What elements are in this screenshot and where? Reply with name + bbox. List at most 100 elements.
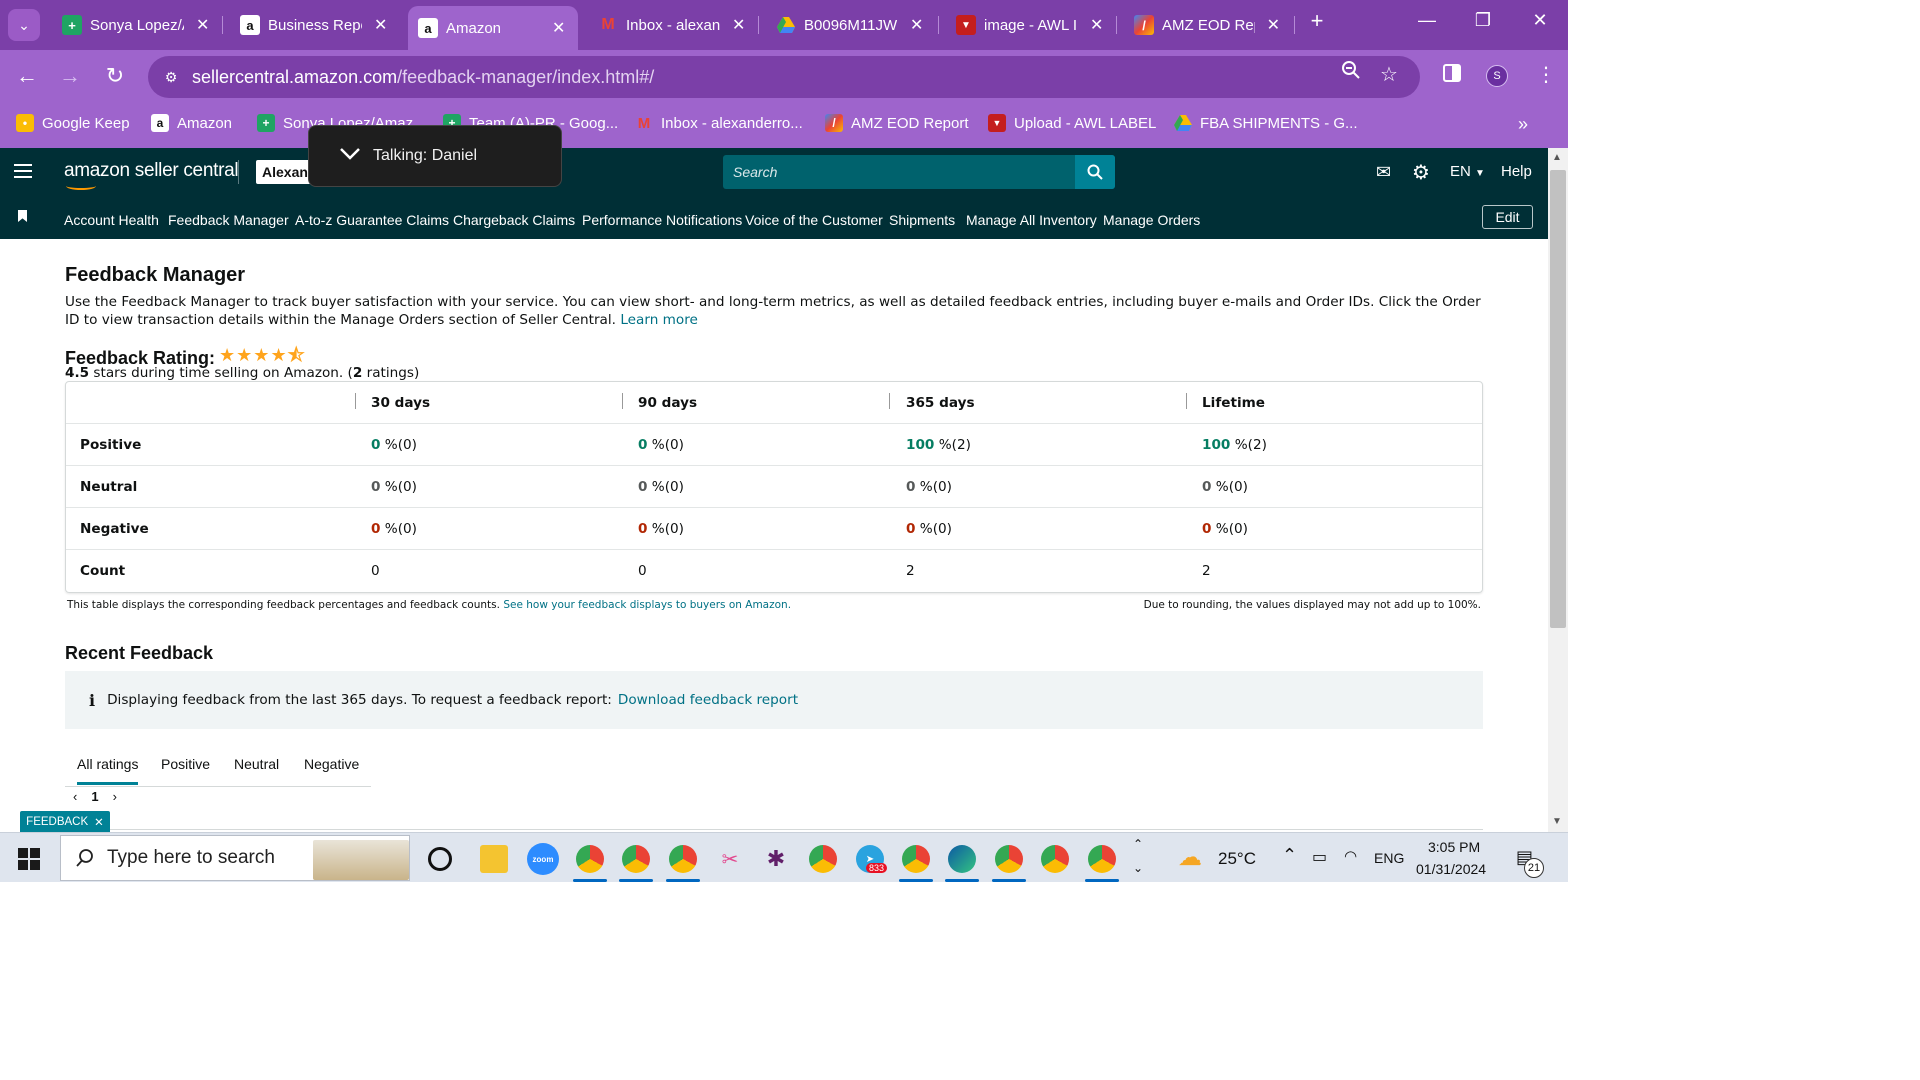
taskbar-search[interactable]: Type here to search xyxy=(60,835,410,881)
nav-voice-of-customer[interactable]: Voice of the Customer xyxy=(745,212,883,228)
more-menu-icon[interactable]: ⋮ xyxy=(1536,62,1556,87)
mail-icon[interactable]: ✉ xyxy=(1376,162,1391,183)
tab-negative[interactable]: Negative xyxy=(304,756,359,772)
forward-button[interactable]: → xyxy=(56,63,84,89)
reload-button[interactable]: ↻ xyxy=(101,63,129,89)
chrome-icon[interactable] xyxy=(576,845,604,873)
restore-button[interactable]: ❐ xyxy=(1468,10,1498,31)
current-page[interactable]: 1 xyxy=(91,789,98,804)
chevron-right-icon[interactable]: › xyxy=(113,789,117,804)
bookmark-icon[interactable] xyxy=(18,210,27,222)
wifi-icon[interactable]: ◠ xyxy=(1344,847,1357,865)
learn-more-link[interactable]: Learn more xyxy=(620,312,698,328)
nav-manage-inventory[interactable]: Manage All Inventory xyxy=(966,212,1097,228)
tab-sonya-lopez[interactable]: + Sonya Lopez/A ✕ xyxy=(52,7,220,43)
nav-a-to-z-claims[interactable]: A-to-z Guarantee Claims xyxy=(295,212,449,228)
tab-positive[interactable]: Positive xyxy=(161,756,210,772)
buyer-display-link[interactable]: See how your feedback displays to buyers… xyxy=(503,599,791,611)
scroll-thumb[interactable] xyxy=(1550,170,1566,628)
seller-search-input[interactable] xyxy=(723,155,1075,189)
feedback-widget-button[interactable]: FEEDBACK ✕ xyxy=(20,811,110,833)
tab-business-report[interactable]: a Business Repo ✕ xyxy=(230,7,398,43)
chrome-icon[interactable] xyxy=(622,845,650,873)
talking-indicator[interactable]: Talking: Daniel xyxy=(308,125,562,187)
clock-date[interactable]: 01/31/2024 xyxy=(1416,861,1486,877)
nav-chargeback-claims[interactable]: Chargeback Claims xyxy=(453,212,575,228)
minimize-button[interactable]: — xyxy=(1412,10,1442,31)
scroll-up-icon[interactable]: ▲ xyxy=(1552,152,1562,163)
bookmark-inbox[interactable]: M Inbox - alexanderro... xyxy=(635,114,803,132)
search-button[interactable] xyxy=(1075,155,1115,189)
close-icon[interactable]: ✕ xyxy=(910,15,923,35)
bookmark-amazon[interactable]: a Amazon xyxy=(151,114,232,132)
language-selector[interactable]: EN ▼ xyxy=(1450,163,1485,180)
weather-temp[interactable]: 25°C xyxy=(1218,849,1256,869)
chrome-icon[interactable] xyxy=(995,845,1023,873)
chrome-icon[interactable] xyxy=(1041,845,1069,873)
nav-manage-orders[interactable]: Manage Orders xyxy=(1103,212,1200,228)
windows-start-icon[interactable] xyxy=(18,848,40,870)
tab-amazon[interactable]: a Amazon ✕ xyxy=(408,6,578,50)
chrome-icon[interactable] xyxy=(902,845,930,873)
close-window-button[interactable]: ✕ xyxy=(1525,10,1555,31)
edge-icon[interactable] xyxy=(948,845,976,873)
chrome-icon[interactable] xyxy=(1088,845,1116,873)
snipping-tool-icon[interactable]: ✂ xyxy=(716,845,744,873)
more-bookmarks-icon[interactable]: » xyxy=(1518,114,1528,135)
profile-avatar[interactable]: S xyxy=(1486,65,1508,87)
edit-nav-button[interactable]: Edit xyxy=(1482,205,1533,229)
tab-neutral[interactable]: Neutral xyxy=(234,756,279,772)
file-explorer-icon[interactable] xyxy=(480,845,508,873)
tab-search-button[interactable]: ⌄ xyxy=(8,9,40,41)
page-scrollbar[interactable]: ▲ ▼ xyxy=(1548,148,1568,832)
bookmark-google-keep[interactable]: • Google Keep xyxy=(16,114,130,132)
bookmark-fba-shipments[interactable]: FBA SHIPMENTS - G... xyxy=(1174,114,1358,132)
zoom-icon[interactable] xyxy=(1341,60,1361,86)
tab-all-ratings[interactable]: All ratings xyxy=(77,756,139,785)
hamburger-menu-icon[interactable] xyxy=(14,164,32,178)
clock-time[interactable]: 3:05 PM xyxy=(1428,839,1480,855)
seller-central-logo[interactable]: amazon seller central xyxy=(64,160,239,190)
chevron-down-icon[interactable] xyxy=(339,147,361,166)
chevron-up-icon[interactable]: ⌃ xyxy=(1282,845,1297,866)
nav-feedback-manager[interactable]: Feedback Manager xyxy=(168,212,289,228)
nav-performance-notifications[interactable]: Performance Notifications xyxy=(582,212,742,228)
close-icon[interactable]: ✕ xyxy=(1090,15,1103,35)
bookmark-amz-eod[interactable]: / AMZ EOD Report xyxy=(825,114,969,132)
close-icon[interactable]: ✕ xyxy=(94,815,104,829)
tab-inbox[interactable]: M Inbox - alexan ✕ xyxy=(588,7,756,43)
weather-icon[interactable]: ☁ xyxy=(1178,843,1202,872)
chrome-icon[interactable] xyxy=(809,845,837,873)
gear-icon[interactable]: ⚙ xyxy=(1412,160,1430,185)
download-report-link[interactable]: Download feedback report xyxy=(618,692,798,708)
bookmark-star-icon[interactable]: ☆ xyxy=(1380,62,1398,87)
battery-icon[interactable]: ▭ xyxy=(1312,847,1327,867)
tab-b0096m11jw[interactable]: B0096M11JW ✕ xyxy=(766,7,934,43)
back-button[interactable]: ← xyxy=(13,63,41,89)
site-settings-icon[interactable]: ⚙ xyxy=(160,66,182,88)
close-icon[interactable]: ✕ xyxy=(552,18,565,38)
close-icon[interactable]: ✕ xyxy=(732,15,745,35)
new-tab-button[interactable]: + xyxy=(1302,8,1332,34)
close-icon[interactable]: ✕ xyxy=(374,15,387,35)
nav-account-health[interactable]: Account Health xyxy=(64,212,159,228)
bookmark-awl-label[interactable]: ▼ Upload - AWL LABEL xyxy=(988,114,1156,132)
chrome-icon[interactable] xyxy=(669,845,697,873)
cortana-icon[interactable] xyxy=(428,847,452,871)
zoom-icon[interactable]: zoom xyxy=(527,843,559,875)
tab-amz-eod[interactable]: / AMZ EOD Rep ✕ xyxy=(1124,7,1290,43)
side-panel-icon[interactable] xyxy=(1443,64,1461,88)
seller-search xyxy=(723,155,1115,189)
close-icon[interactable]: ✕ xyxy=(1267,15,1280,35)
tray-overflow-down-icon[interactable]: ⌄ xyxy=(1133,861,1143,875)
help-link[interactable]: Help xyxy=(1501,163,1532,180)
address-bar[interactable]: ⚙ sellercentral.amazon.com/feedback-mana… xyxy=(148,56,1420,98)
close-icon[interactable]: ✕ xyxy=(196,15,209,35)
slack-icon[interactable]: ✱ xyxy=(762,845,790,873)
tab-awl-image[interactable]: ▼ image - AWL I ✕ xyxy=(946,7,1114,43)
chevron-left-icon[interactable]: ‹ xyxy=(73,789,77,804)
tray-overflow-up-icon[interactable]: ⌃ xyxy=(1133,837,1143,851)
nav-shipments[interactable]: Shipments xyxy=(889,212,955,228)
scroll-down-icon[interactable]: ▼ xyxy=(1552,816,1562,827)
language-indicator[interactable]: ENG xyxy=(1374,850,1404,866)
